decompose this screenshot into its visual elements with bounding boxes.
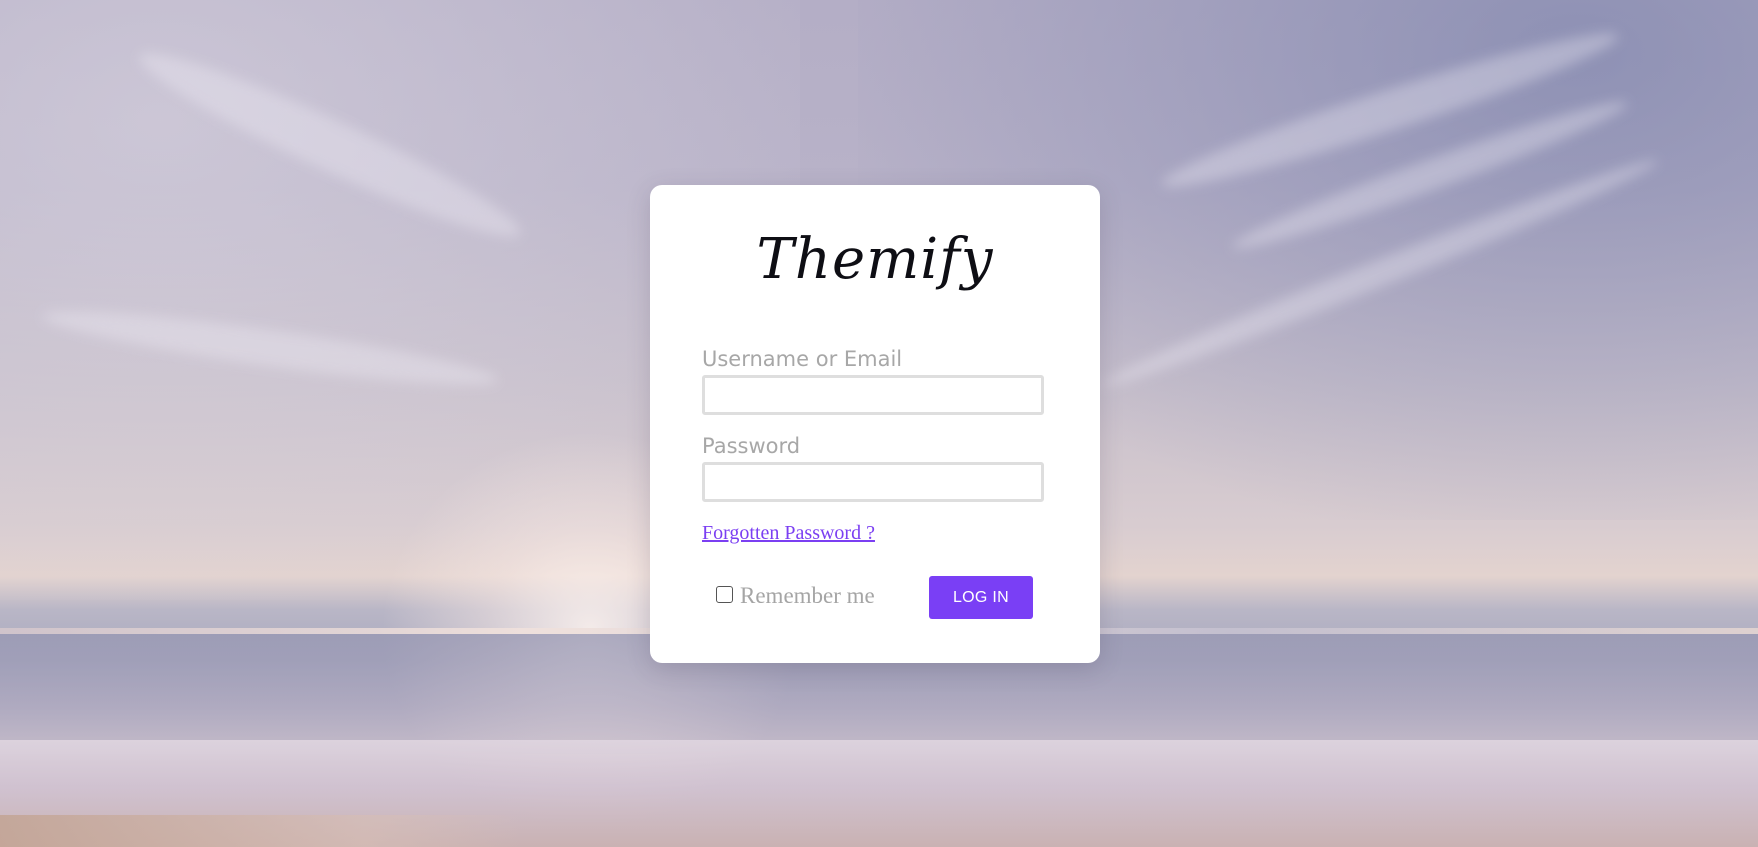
username-input[interactable] — [702, 375, 1044, 415]
login-button[interactable]: LOG IN — [929, 576, 1033, 619]
brand-logo: Themify — [756, 227, 994, 292]
password-label: Password — [702, 434, 801, 458]
remember-me-checkbox[interactable] — [716, 585, 733, 603]
remember-me-row: Remember me — [716, 583, 875, 609]
sand — [0, 815, 520, 847]
forgot-password-link[interactable]: Forgotten Password ? — [702, 522, 875, 545]
username-label: Username or Email — [702, 347, 903, 371]
password-input[interactable] — [702, 462, 1044, 502]
login-card: Themify Username or Email Password Forgo… — [650, 185, 1100, 663]
remember-me-label[interactable]: Remember me — [740, 583, 875, 609]
